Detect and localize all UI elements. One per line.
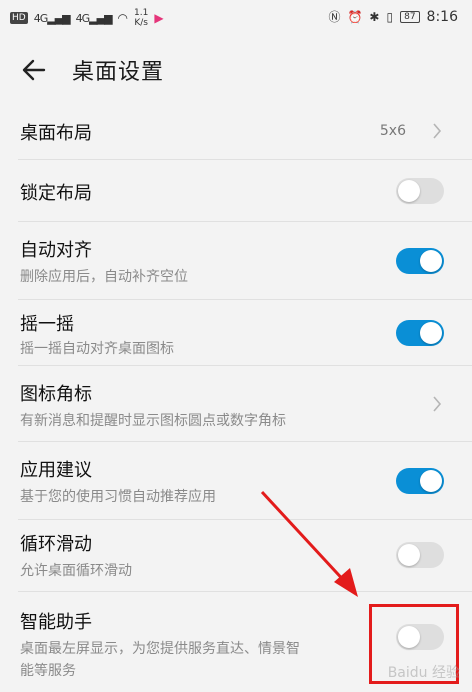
setting-title: 自动对齐 (20, 240, 92, 261)
network-speed: 1.1 K/s (134, 8, 148, 28)
page-title: 桌面设置 (72, 60, 165, 85)
vibrate-icon: ▯ (386, 9, 394, 24)
bluetooth-icon: ✱ (369, 9, 380, 24)
toggle-knob (398, 180, 420, 202)
app-bar: 桌面设置 (0, 36, 472, 102)
wifi-icon: ◠ (117, 11, 129, 25)
battery-icon: 87 (400, 10, 420, 23)
media-app-icon: ▶ (154, 11, 164, 25)
speed-unit: K/s (134, 18, 148, 28)
signal-icon: 4G▂▄▆ (33, 11, 71, 25)
status-bar: HD 4G▂▄▆ 4G▂▄▆ ◠ 1.1 K/s ▶ Ⓝ ⏰ ✱ ▯ 87 8:… (0, 0, 472, 36)
setting-title: 应用建议 (20, 460, 92, 481)
setting-loop-scroll[interactable]: 循环滑动 允许桌面循环滑动 (0, 520, 472, 592)
chevron-right-icon (433, 396, 442, 412)
signal-icon-2: 4G▂▄▆ (75, 11, 113, 25)
setting-desktop-layout[interactable]: 桌面布局 5x6 (0, 102, 472, 160)
setting-title: 智能助手 (20, 612, 92, 633)
setting-subtitle: 桌面最左屏显示，为您提供服务直达、情景智 (20, 641, 300, 657)
signal-label-2: 4G (75, 11, 90, 25)
setting-title: 图标角标 (20, 384, 92, 405)
layout-value: 5x6 (379, 123, 406, 139)
shake-toggle[interactable] (396, 320, 444, 346)
chevron-right-icon (433, 123, 442, 139)
speed-value: 1.1 (134, 8, 149, 18)
toggle-knob (420, 250, 442, 272)
setting-subtitle: 基于您的使用习惯自动推荐应用 (20, 489, 216, 505)
signal-label-1: 4G (33, 11, 48, 25)
loop-scroll-toggle[interactable] (396, 542, 444, 568)
watermark: Baidu 经验 (387, 665, 460, 681)
setting-title: 摇一摇 (20, 314, 74, 335)
lock-layout-toggle[interactable] (396, 178, 444, 204)
hd-badge: HD (10, 12, 28, 24)
app-suggestions-toggle[interactable] (396, 468, 444, 494)
setting-subtitle: 删除应用后，自动补齐空位 (20, 269, 188, 285)
setting-title: 循环滑动 (20, 534, 92, 555)
toggle-knob (420, 322, 442, 344)
nfc-icon: Ⓝ (328, 10, 341, 24)
setting-shake[interactable]: 摇一摇 摇一摇自动对齐桌面图标 (0, 300, 472, 366)
setting-app-suggestions[interactable]: 应用建议 基于您的使用习惯自动推荐应用 (0, 442, 472, 520)
setting-auto-align[interactable]: 自动对齐 删除应用后，自动补齐空位 (0, 222, 472, 300)
clock: 8:16 (426, 8, 458, 25)
auto-align-toggle[interactable] (396, 248, 444, 274)
back-arrow-icon[interactable] (18, 54, 50, 86)
setting-icon-badge[interactable]: 图标角标 有新消息和提醒时显示图标圆点或数字角标 (0, 366, 472, 442)
setting-subtitle-2: 能等服务 (20, 663, 76, 679)
setting-subtitle: 摇一摇自动对齐桌面图标 (20, 341, 174, 357)
status-right: Ⓝ ⏰ ✱ ▯ 87 8:16 (328, 8, 458, 25)
alarm-icon: ⏰ (347, 9, 363, 24)
setting-lock-layout[interactable]: 锁定布局 (0, 160, 472, 222)
toggle-knob (398, 544, 420, 566)
setting-subtitle: 有新消息和提醒时显示图标圆点或数字角标 (20, 413, 286, 429)
toggle-knob (420, 470, 442, 492)
setting-title: 桌面布局 (20, 123, 92, 144)
status-left: HD 4G▂▄▆ 4G▂▄▆ ◠ 1.1 K/s ▶ (10, 8, 164, 28)
setting-title: 锁定布局 (20, 183, 92, 204)
setting-subtitle: 允许桌面循环滑动 (20, 563, 132, 579)
